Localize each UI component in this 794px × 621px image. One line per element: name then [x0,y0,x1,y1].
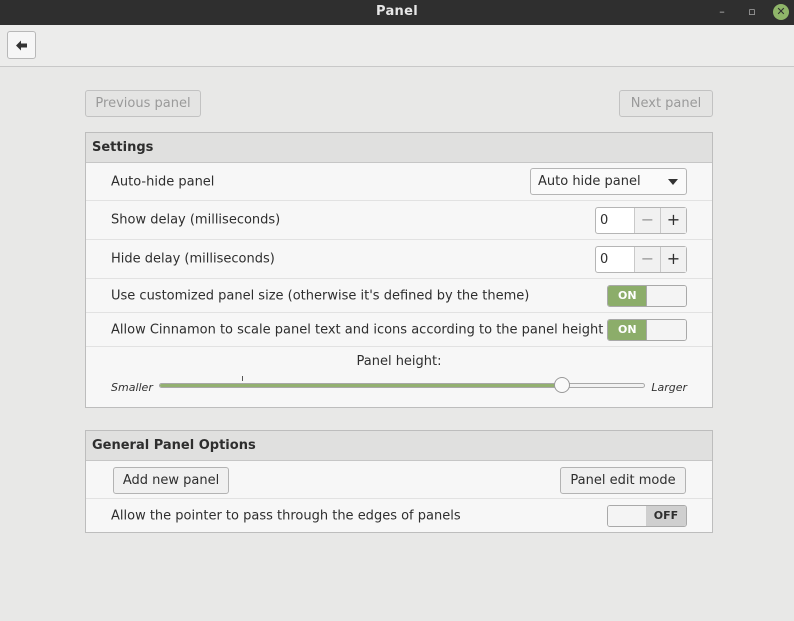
hide-delay-increment-icon[interactable]: + [660,247,686,272]
back-button[interactable] [7,31,36,59]
hide-delay-decrement-icon[interactable]: − [634,247,660,272]
slider-min-label: Smaller [111,381,153,394]
slider-fill [160,384,562,387]
slider-handle[interactable] [553,377,570,393]
scale-text-switch[interactable]: ON [607,319,687,341]
panel-height-label: Panel height: [356,354,442,369]
custom-size-switch[interactable]: ON [607,285,687,307]
auto-hide-row: Auto-hide panel Auto hide panel [86,163,712,201]
previous-panel-button[interactable]: Previous panel [85,90,201,117]
auto-hide-dropdown[interactable]: Auto hide panel [530,168,687,195]
settings-header: Settings [86,133,712,163]
maximize-icon[interactable]: ▫ [743,3,761,21]
custom-size-switch-state: ON [608,286,648,306]
scale-text-label: Allow Cinnamon to scale panel text and i… [111,322,604,337]
pass-through-row: Allow the pointer to pass through the ed… [86,499,712,532]
custom-size-label: Use customized panel size (otherwise it'… [111,288,530,303]
back-arrow-icon [16,40,27,51]
show-delay-row: Show delay (milliseconds) 0 − + [86,201,712,240]
slider-tick-mark [242,376,243,381]
hide-delay-label: Hide delay (milliseconds) [111,251,275,267]
show-delay-label: Show delay (milliseconds) [111,212,281,228]
custom-size-row: Use customized panel size (otherwise it'… [86,279,712,313]
chevron-down-icon [668,179,678,185]
add-new-panel-button[interactable]: Add new panel [113,467,229,494]
hide-delay-input[interactable]: 0 [596,247,634,272]
panel-actions-row: Add new panel Panel edit mode [86,461,712,499]
panel-height-slider[interactable] [159,376,645,393]
auto-hide-dropdown-value: Auto hide panel [538,174,641,189]
window-titlebar: Panel – ▫ ✕ [0,0,794,25]
window-title: Panel [376,4,418,19]
next-panel-button[interactable]: Next panel [619,90,713,117]
general-options-header: General Panel Options [86,431,712,461]
settings-section: Settings Auto-hide panel Auto hide panel… [85,132,713,408]
general-options-section: General Panel Options Add new panel Pane… [85,430,713,533]
hide-delay-spinner: 0 − + [595,246,687,273]
show-delay-increment-icon[interactable]: + [660,208,686,233]
pass-through-switch[interactable]: OFF [607,505,687,527]
hide-delay-row: Hide delay (milliseconds) 0 − + [86,240,712,279]
toolbar [0,25,794,67]
show-delay-decrement-icon[interactable]: − [634,208,660,233]
switch-knob [646,320,686,340]
show-delay-spinner: 0 − + [595,207,687,234]
show-delay-input[interactable]: 0 [596,208,634,233]
pass-through-switch-state: OFF [646,506,686,526]
switch-knob [646,286,686,306]
minimize-icon[interactable]: – [713,3,731,21]
pass-through-label: Allow the pointer to pass through the ed… [111,508,461,523]
close-icon[interactable]: ✕ [773,4,789,20]
panel-height-row: Panel height: Smaller Larger [86,347,712,407]
scale-text-switch-state: ON [608,320,648,340]
slider-max-label: Larger [651,381,687,394]
switch-knob [608,506,648,526]
scale-text-row: Allow Cinnamon to scale panel text and i… [86,313,712,347]
panel-edit-mode-button[interactable]: Panel edit mode [560,467,686,494]
auto-hide-label: Auto-hide panel [111,174,215,189]
